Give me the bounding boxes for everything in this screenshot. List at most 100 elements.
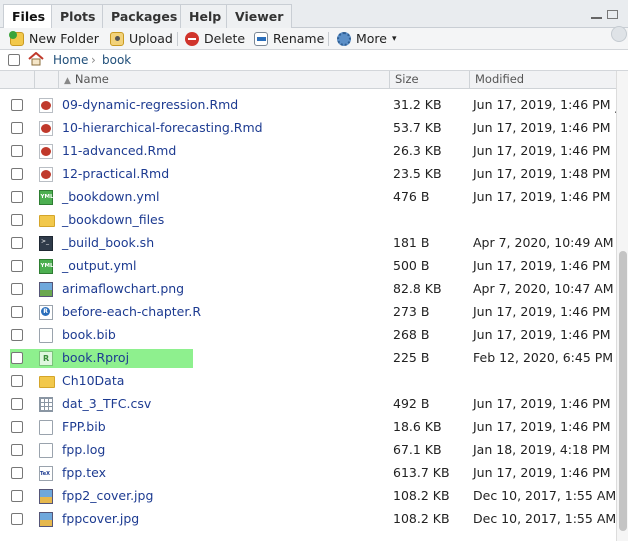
upload-icon	[110, 32, 124, 46]
file-name-link[interactable]: fppcover.jpg	[62, 511, 139, 526]
file-row[interactable]: book.Rproj 225 B Feb 12, 2020, 6:45 PM	[0, 347, 616, 370]
file-name-link[interactable]: 12-practical.Rmd	[62, 166, 169, 181]
file-name-link[interactable]: FPP.bib	[62, 419, 106, 434]
row-checkbox[interactable]	[11, 145, 23, 157]
file-modified: Apr 7, 2020, 10:49 AM	[473, 235, 614, 250]
file-name-link[interactable]: before-each-chapter.R	[62, 304, 201, 319]
file-row[interactable]: fpp2_cover.jpg 108.2 KB Dec 10, 2017, 1:55…	[0, 485, 616, 508]
file-modified: Dec 10, 2017, 1:55 AM	[473, 511, 616, 526]
row-checkbox[interactable]	[11, 168, 23, 180]
file-modified: Jun 17, 2019, 1:46 PM	[473, 189, 611, 204]
tab-packages[interactable]: Packages	[102, 4, 187, 28]
row-checkbox[interactable]	[11, 398, 23, 410]
file-modified: Jun 17, 2019, 1:46 PM	[473, 304, 611, 319]
row-checkbox[interactable]	[11, 306, 23, 318]
refresh-icon[interactable]	[611, 26, 627, 42]
image-file-icon	[39, 512, 53, 527]
file-row[interactable]: book.bib 268 B Jun 17, 2019, 1:46 PM	[0, 324, 616, 347]
row-checkbox[interactable]	[11, 283, 23, 295]
file-row[interactable]: dat_3_TFC.csv 492 B Jun 17, 2019, 1:46 PM	[0, 393, 616, 416]
row-checkbox[interactable]	[11, 444, 23, 456]
delete-button[interactable]: Delete	[185, 30, 245, 48]
file-row[interactable]: _build_book.sh 181 B Apr 7, 2020, 10:49 AM	[0, 232, 616, 255]
file-row[interactable]: fpp.log 67.1 KB Jan 18, 2019, 4:18 PM	[0, 439, 616, 462]
upload-button[interactable]: Upload	[110, 30, 173, 48]
delete-icon	[185, 32, 199, 46]
file-row[interactable]: _bookdown_files	[0, 209, 616, 232]
row-checkbox[interactable]	[11, 421, 23, 433]
row-checkbox[interactable]	[11, 352, 23, 364]
new-folder-icon	[9, 31, 24, 46]
rename-button[interactable]: Rename	[254, 30, 324, 48]
row-checkbox[interactable]	[11, 260, 23, 272]
name-column-header[interactable]: ▲ Name	[58, 71, 390, 89]
row-checkbox[interactable]	[11, 467, 23, 479]
size-column-header[interactable]: Size	[389, 71, 470, 89]
breadcrumb-folder-link[interactable]: book	[102, 53, 131, 67]
new-folder-label: New Folder	[29, 31, 99, 46]
file-row[interactable]: FPP.bib 18.6 KB Jun 17, 2019, 1:46 PM	[0, 416, 616, 439]
breadcrumb-home-link[interactable]: Home	[53, 53, 88, 67]
tab-viewer[interactable]: Viewer	[226, 4, 293, 28]
file-modified: Jun 17, 2019, 1:46 PM	[473, 419, 611, 434]
file-row[interactable]: Ch10Data	[0, 370, 616, 393]
file-name-link[interactable]: book.Rproj	[62, 350, 129, 365]
file-name-link[interactable]: 09-dynamic-regression.Rmd	[62, 97, 238, 112]
file-name-link[interactable]: _bookdown.yml	[62, 189, 159, 204]
file-row[interactable]: fppcover.jpg 108.2 KB Dec 10, 2017, 1:55 A…	[0, 508, 616, 531]
new-folder-button[interactable]: New Folder	[9, 30, 99, 48]
rename-icon	[254, 32, 268, 46]
file-name-link[interactable]: _build_book.sh	[62, 235, 154, 250]
row-checkbox[interactable]	[11, 513, 23, 525]
row-checkbox[interactable]	[11, 329, 23, 341]
row-checkbox[interactable]	[11, 214, 23, 226]
file-row[interactable]: _output.yml 500 B Jun 17, 2019, 1:46 PM	[0, 255, 616, 278]
file-name-link[interactable]: fpp2_cover.jpg	[62, 488, 153, 503]
row-checkbox[interactable]	[11, 237, 23, 249]
tab-plots[interactable]: Plots	[51, 4, 105, 28]
file-row[interactable]: 11-advanced.Rmd 26.3 KB Jun 17, 2019, 1:46…	[0, 140, 616, 163]
file-modified: Jun 17, 2019, 1:46 PM	[473, 258, 611, 273]
file-name-link[interactable]: arimaflowchart.png	[62, 281, 184, 296]
home-icon[interactable]	[28, 51, 44, 66]
pane-tab-bar: Files Plots Packages Help Viewer	[0, 0, 628, 29]
file-name-link[interactable]: _bookdown_files	[62, 212, 164, 227]
row-checkbox[interactable]	[11, 375, 23, 387]
row-checkbox[interactable]	[11, 191, 23, 203]
file-name-link[interactable]: book.bib	[62, 327, 116, 342]
row-checkbox[interactable]	[11, 99, 23, 111]
image-file-icon	[39, 489, 53, 504]
select-all-checkbox[interactable]	[8, 54, 20, 66]
file-modified: Jun 17, 2019, 1:48 PM	[473, 166, 611, 181]
maximize-pane-icon[interactable]	[607, 10, 618, 19]
file-row[interactable]: 12-practical.Rmd 23.5 KB Jun 17, 2019, 1:4…	[0, 163, 616, 186]
file-row[interactable]: _bookdown.yml 476 B Jun 17, 2019, 1:46 PM	[0, 186, 616, 209]
file-name-link[interactable]: Ch10Data	[62, 373, 124, 388]
sort-ascending-icon: ▲	[64, 76, 71, 86]
file-size: 108.2 KB	[393, 488, 450, 503]
text-file-icon	[39, 420, 53, 435]
tab-files[interactable]: Files	[3, 4, 55, 29]
file-row[interactable]: fpp.tex 613.7 KB Jun 17, 2019, 1:46 PM	[0, 462, 616, 485]
file-name-link[interactable]: dat_3_TFC.csv	[62, 396, 151, 411]
modified-column-header[interactable]: Modified	[469, 71, 616, 89]
file-name-link[interactable]: fpp.log	[62, 442, 105, 457]
file-size: 82.8 KB	[393, 281, 442, 296]
scrollbar-thumb[interactable]	[619, 251, 627, 531]
tab-help[interactable]: Help	[180, 4, 231, 28]
file-name-link[interactable]: 11-advanced.Rmd	[62, 143, 176, 158]
row-checkbox[interactable]	[11, 122, 23, 134]
rmd-file-icon	[39, 121, 53, 136]
file-row[interactable]: before-each-chapter.R 273 B Jun 17, 2019, …	[0, 301, 616, 324]
file-row[interactable]: arimaflowchart.png 82.8 KB Apr 7, 2020, 10…	[0, 278, 616, 301]
file-row[interactable]: 09-dynamic-regression.Rmd 31.2 KB Jun 17, …	[0, 94, 616, 117]
more-menu-button[interactable]: More ▾	[337, 30, 397, 48]
file-name-link[interactable]: 10-hierarchical-forecasting.Rmd	[62, 120, 263, 135]
file-name-link[interactable]: fpp.tex	[62, 465, 106, 480]
r-script-icon	[39, 305, 53, 320]
row-checkbox[interactable]	[11, 490, 23, 502]
file-name-link[interactable]: _output.yml	[62, 258, 137, 273]
minimize-pane-icon[interactable]	[591, 10, 602, 19]
file-row[interactable]: 10-hierarchical-forecasting.Rmd 53.7 KB Ju…	[0, 117, 616, 140]
vertical-scrollbar[interactable]	[616, 71, 628, 541]
